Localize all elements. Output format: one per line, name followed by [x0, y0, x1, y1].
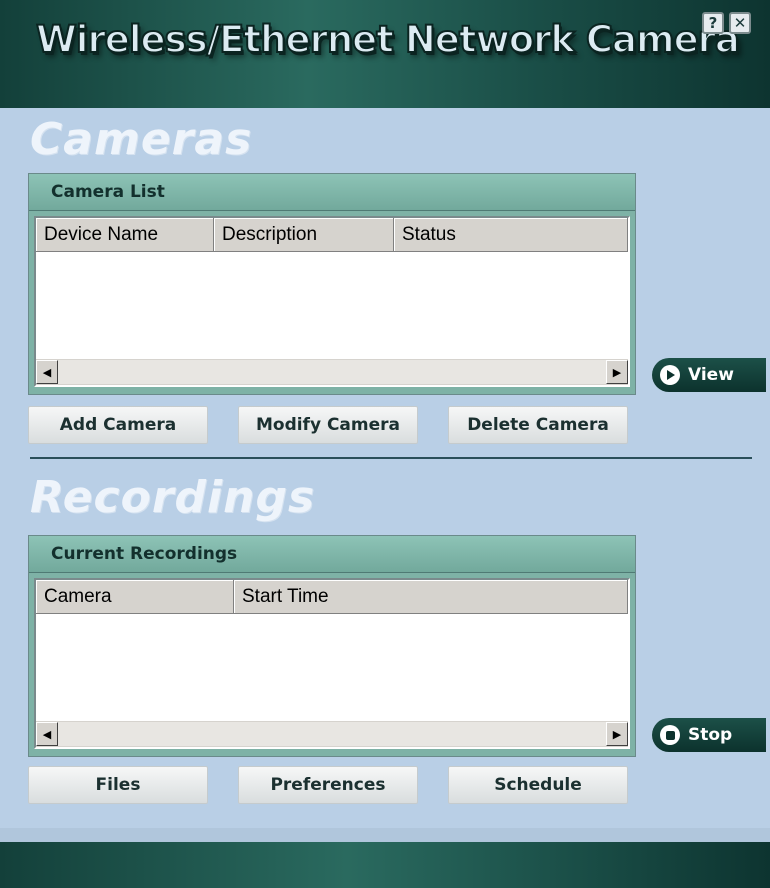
recordings-panel: Current Recordings Camera Start Time ◀ ▶: [28, 535, 636, 757]
camera-list-body[interactable]: [36, 252, 628, 359]
delete-camera-button[interactable]: Delete Camera: [448, 406, 628, 444]
preferences-button[interactable]: Preferences: [238, 766, 418, 804]
view-button[interactable]: View: [652, 358, 766, 392]
recordings-listview[interactable]: Camera Start Time ◀ ▶: [34, 578, 630, 749]
footer-bar: [0, 842, 770, 888]
schedule-button[interactable]: Schedule: [448, 766, 628, 804]
scroll-track[interactable]: [58, 722, 606, 746]
modify-camera-button[interactable]: Modify Camera: [238, 406, 418, 444]
scroll-right-icon[interactable]: ▶: [606, 722, 628, 746]
help-button[interactable]: ?: [702, 12, 724, 34]
help-icon: ?: [708, 13, 718, 32]
recordings-column-headers: Camera Start Time: [36, 580, 628, 614]
view-button-label: View: [688, 365, 734, 385]
files-button[interactable]: Files: [28, 766, 208, 804]
camera-column-headers: Device Name Description Status: [36, 218, 628, 252]
footer-separator: [0, 828, 770, 842]
close-icon: ✕: [733, 13, 747, 32]
camera-list-scrollbar[interactable]: ◀ ▶: [36, 359, 628, 385]
stop-button-label: Stop: [688, 725, 733, 745]
column-header-start-time[interactable]: Start Time: [234, 580, 628, 614]
camera-list-title: Camera List: [29, 174, 635, 211]
column-header-device-name[interactable]: Device Name: [36, 218, 214, 252]
scroll-left-icon[interactable]: ◀: [36, 722, 58, 746]
recordings-list-scrollbar[interactable]: ◀ ▶: [36, 721, 628, 747]
stop-icon: [660, 725, 680, 745]
recordings-list-body[interactable]: [36, 614, 628, 721]
add-camera-button[interactable]: Add Camera: [28, 406, 208, 444]
scroll-right-icon[interactable]: ▶: [606, 360, 628, 384]
close-button[interactable]: ✕: [729, 12, 751, 34]
cameras-heading: Cameras: [30, 114, 253, 165]
stop-button[interactable]: Stop: [652, 718, 766, 752]
app-title: Wireless/Ethernet Network Camera: [35, 17, 741, 62]
camera-list-panel: Camera List Device Name Description Stat…: [28, 173, 636, 395]
recordings-heading: Recordings: [30, 472, 316, 523]
title-bar: Wireless/Ethernet Network Camera ? ✕: [0, 0, 770, 108]
app-window: Wireless/Ethernet Network Camera ? ✕ Cam…: [0, 0, 770, 888]
column-header-description[interactable]: Description: [214, 218, 394, 252]
play-icon: [660, 365, 680, 385]
camera-listview[interactable]: Device Name Description Status ◀ ▶: [34, 216, 630, 387]
section-divider: [30, 457, 752, 459]
scroll-track[interactable]: [58, 360, 606, 384]
column-header-camera[interactable]: Camera: [36, 580, 234, 614]
scroll-left-icon[interactable]: ◀: [36, 360, 58, 384]
column-header-status[interactable]: Status: [394, 218, 628, 252]
current-recordings-title: Current Recordings: [29, 536, 635, 573]
